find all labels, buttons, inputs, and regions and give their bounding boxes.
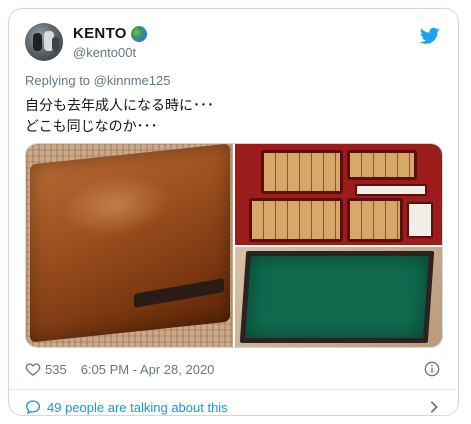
twitter-bird-icon[interactable] xyxy=(420,27,440,45)
tweet-header: KENTO @kento00t xyxy=(25,23,442,67)
media-photo-leather-case[interactable] xyxy=(26,144,233,347)
talking-text[interactable]: 49 people are talking about this xyxy=(47,400,228,415)
reply-to-link[interactable]: @kinnme125 xyxy=(94,73,171,88)
tweet-card[interactable]: KENTO @kento00t Replying to @kinnme125 自… xyxy=(8,8,459,416)
chevron-right-icon[interactable] xyxy=(428,400,440,414)
user-handle[interactable]: @kento00t xyxy=(73,45,136,60)
display-name[interactable]: KENTO xyxy=(73,25,127,42)
media-photo-green-mat[interactable] xyxy=(235,247,442,347)
reply-prefix: Replying to xyxy=(25,73,91,88)
like-count[interactable]: 535 xyxy=(45,362,67,377)
speech-bubble-icon xyxy=(25,400,41,415)
info-icon[interactable] xyxy=(424,361,440,377)
leather-case xyxy=(30,144,230,343)
timestamp[interactable]: 6:05 PM - Apr 28, 2020 xyxy=(81,362,215,377)
globe-icon xyxy=(130,25,147,42)
media-grid[interactable] xyxy=(25,143,443,348)
tweet-meta: 535 6:05 PM - Apr 28, 2020 xyxy=(25,359,442,379)
name-row[interactable]: KENTO xyxy=(73,25,147,42)
green-mat xyxy=(239,251,435,343)
divider xyxy=(9,389,458,390)
tweet-text: 自分も去年成人になる時に･･･ どこも同じなのか･･･ xyxy=(25,97,214,134)
avatar[interactable] xyxy=(25,23,63,61)
heart-icon[interactable] xyxy=(25,361,41,377)
reply-context: Replying to @kinnme125 xyxy=(25,73,170,88)
media-photo-tiles[interactable] xyxy=(235,144,442,245)
conversation-link[interactable]: 49 people are talking about this xyxy=(25,397,442,415)
